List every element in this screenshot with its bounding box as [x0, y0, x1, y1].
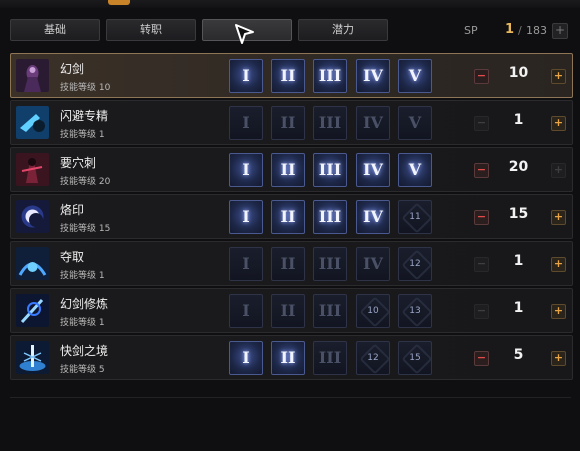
phantom-sword-icon [16, 59, 49, 92]
skill-row[interactable]: 闪避专精 技能等级 1 I II III IV V −1 + [10, 100, 573, 145]
tier-locked-slot[interactable]: 11 [398, 200, 432, 234]
tier-slot[interactable]: IV [356, 200, 390, 234]
skill-row[interactable]: 幻剑修炼 技能等级 1 I II III 10 13−1 + [10, 288, 573, 333]
sp-label: SP [464, 24, 478, 37]
decrease-level-button[interactable]: − [474, 304, 489, 319]
tier-slot[interactable]: I [229, 153, 263, 187]
skill-points-value: 1 [513, 300, 524, 316]
window-top-edge [0, 0, 580, 8]
tier-slot[interactable]: II [271, 247, 305, 281]
skill-points-value: 5 [513, 347, 524, 363]
tier-locked-slot[interactable]: 15 [398, 341, 432, 375]
skill-level: 技能等级 20 [60, 177, 111, 187]
skill-points-value: 15 [508, 206, 529, 222]
tier-slot[interactable]: V [398, 106, 432, 140]
skill-level: 技能等级 1 [60, 318, 105, 328]
skill-points-value: 20 [508, 159, 529, 175]
tier-slot[interactable]: IV [356, 106, 390, 140]
tier-locked-slot[interactable]: 12 [356, 341, 390, 375]
divider [10, 397, 571, 398]
tier-slot[interactable]: III [313, 247, 347, 281]
tier-slot[interactable]: III [313, 59, 347, 93]
tier-locked-slot[interactable]: 13 [398, 294, 432, 328]
skill-row[interactable]: 快剑之境 技能等级 5 I II III 12 15−5 + [10, 335, 573, 380]
sp-add-button[interactable]: + [552, 23, 568, 39]
tier-slot[interactable]: III [313, 341, 347, 375]
tier-slot[interactable]: I [229, 59, 263, 93]
tier-slot[interactable]: II [271, 341, 305, 375]
skill-name: 烙印 [60, 203, 85, 217]
tab-basic[interactable]: 基础 [10, 19, 100, 41]
tier-slot[interactable]: V [398, 153, 432, 187]
tier-slot[interactable]: IV [356, 59, 390, 93]
skill-level: 技能等级 1 [60, 130, 105, 140]
decrease-level-button[interactable]: − [474, 257, 489, 272]
increase-level-button[interactable]: + [551, 163, 566, 178]
tier-slot[interactable]: IV [356, 247, 390, 281]
decrease-level-button[interactable]: − [474, 163, 489, 178]
skill-name: 快剑之境 [60, 344, 109, 358]
tier-slot[interactable]: II [271, 294, 305, 328]
increase-level-button[interactable]: + [551, 257, 566, 272]
tier-slot[interactable]: III [313, 294, 347, 328]
decrease-level-button[interactable]: − [474, 69, 489, 84]
tier-slot[interactable]: I [229, 200, 263, 234]
skill-row[interactable]: 烙印 技能等级 15 I II III IV 11−15 + [10, 194, 573, 239]
sp-separator: / [518, 24, 522, 37]
vital-stab-icon [16, 153, 49, 186]
skill-name: 闪避专精 [60, 109, 109, 123]
tier-slot[interactable]: II [271, 106, 305, 140]
skill-level: 技能等级 1 [60, 271, 105, 281]
mouse-cursor-icon [235, 24, 254, 44]
tier-slot[interactable]: II [271, 200, 305, 234]
tier-locked-slot[interactable]: 10 [356, 294, 390, 328]
sword-training-icon [16, 294, 49, 327]
sp-current: 1 [505, 22, 515, 37]
sp-total: 183 [526, 24, 547, 37]
decrease-level-button[interactable]: − [474, 116, 489, 131]
skill-row[interactable]: 幻剑 技能等级 10 I II III IV V −10 + [10, 53, 573, 98]
tab-class-change[interactable]: 转职 [106, 19, 196, 41]
decrease-level-button[interactable]: − [474, 210, 489, 225]
brand-icon [16, 200, 49, 233]
sp-counter: SP 1 / 183 + [464, 22, 568, 40]
tier-locked-slot[interactable]: 12 [398, 247, 432, 281]
tier-slot[interactable]: I [229, 106, 263, 140]
skill-name: 要穴刺 [60, 156, 97, 170]
swift-blade-icon [16, 341, 49, 374]
increase-level-button[interactable]: + [551, 116, 566, 131]
skill-name: 幻剑修炼 [60, 297, 109, 311]
tier-slot[interactable]: IV [356, 153, 390, 187]
increase-level-button[interactable]: + [551, 69, 566, 84]
skill-name: 夺取 [60, 250, 85, 264]
tier-slot[interactable]: I [229, 247, 263, 281]
tier-slot[interactable]: II [271, 153, 305, 187]
tier-slot[interactable]: I [229, 294, 263, 328]
tier-slot[interactable]: III [313, 153, 347, 187]
seize-icon [16, 247, 49, 280]
skill-level: 技能等级 10 [60, 83, 111, 93]
tier-slot[interactable]: II [271, 59, 305, 93]
tier-slot[interactable]: I [229, 341, 263, 375]
tier-slot[interactable]: V [398, 59, 432, 93]
top-indicator [108, 0, 130, 5]
decrease-level-button[interactable]: − [474, 351, 489, 366]
skill-points-value: 1 [513, 112, 524, 128]
skill-level: 技能等级 15 [60, 224, 111, 234]
skill-row[interactable]: 要穴刺 技能等级 20 I II III IV V −20 + [10, 147, 573, 192]
skill-name: 幻剑 [60, 62, 85, 76]
skill-row[interactable]: 夺取 技能等级 1 I II III IV 12−1 + [10, 241, 573, 286]
tab-potential[interactable]: 潜力 [298, 19, 388, 41]
evasion-icon [16, 106, 49, 139]
increase-level-button[interactable]: + [551, 351, 566, 366]
skill-points-value: 1 [513, 253, 524, 269]
skill-points-value: 10 [508, 65, 529, 81]
tier-slot[interactable]: III [313, 200, 347, 234]
increase-level-button[interactable]: + [551, 304, 566, 319]
tier-slot[interactable]: III [313, 106, 347, 140]
increase-level-button[interactable]: + [551, 210, 566, 225]
skill-level: 技能等级 5 [60, 365, 105, 375]
